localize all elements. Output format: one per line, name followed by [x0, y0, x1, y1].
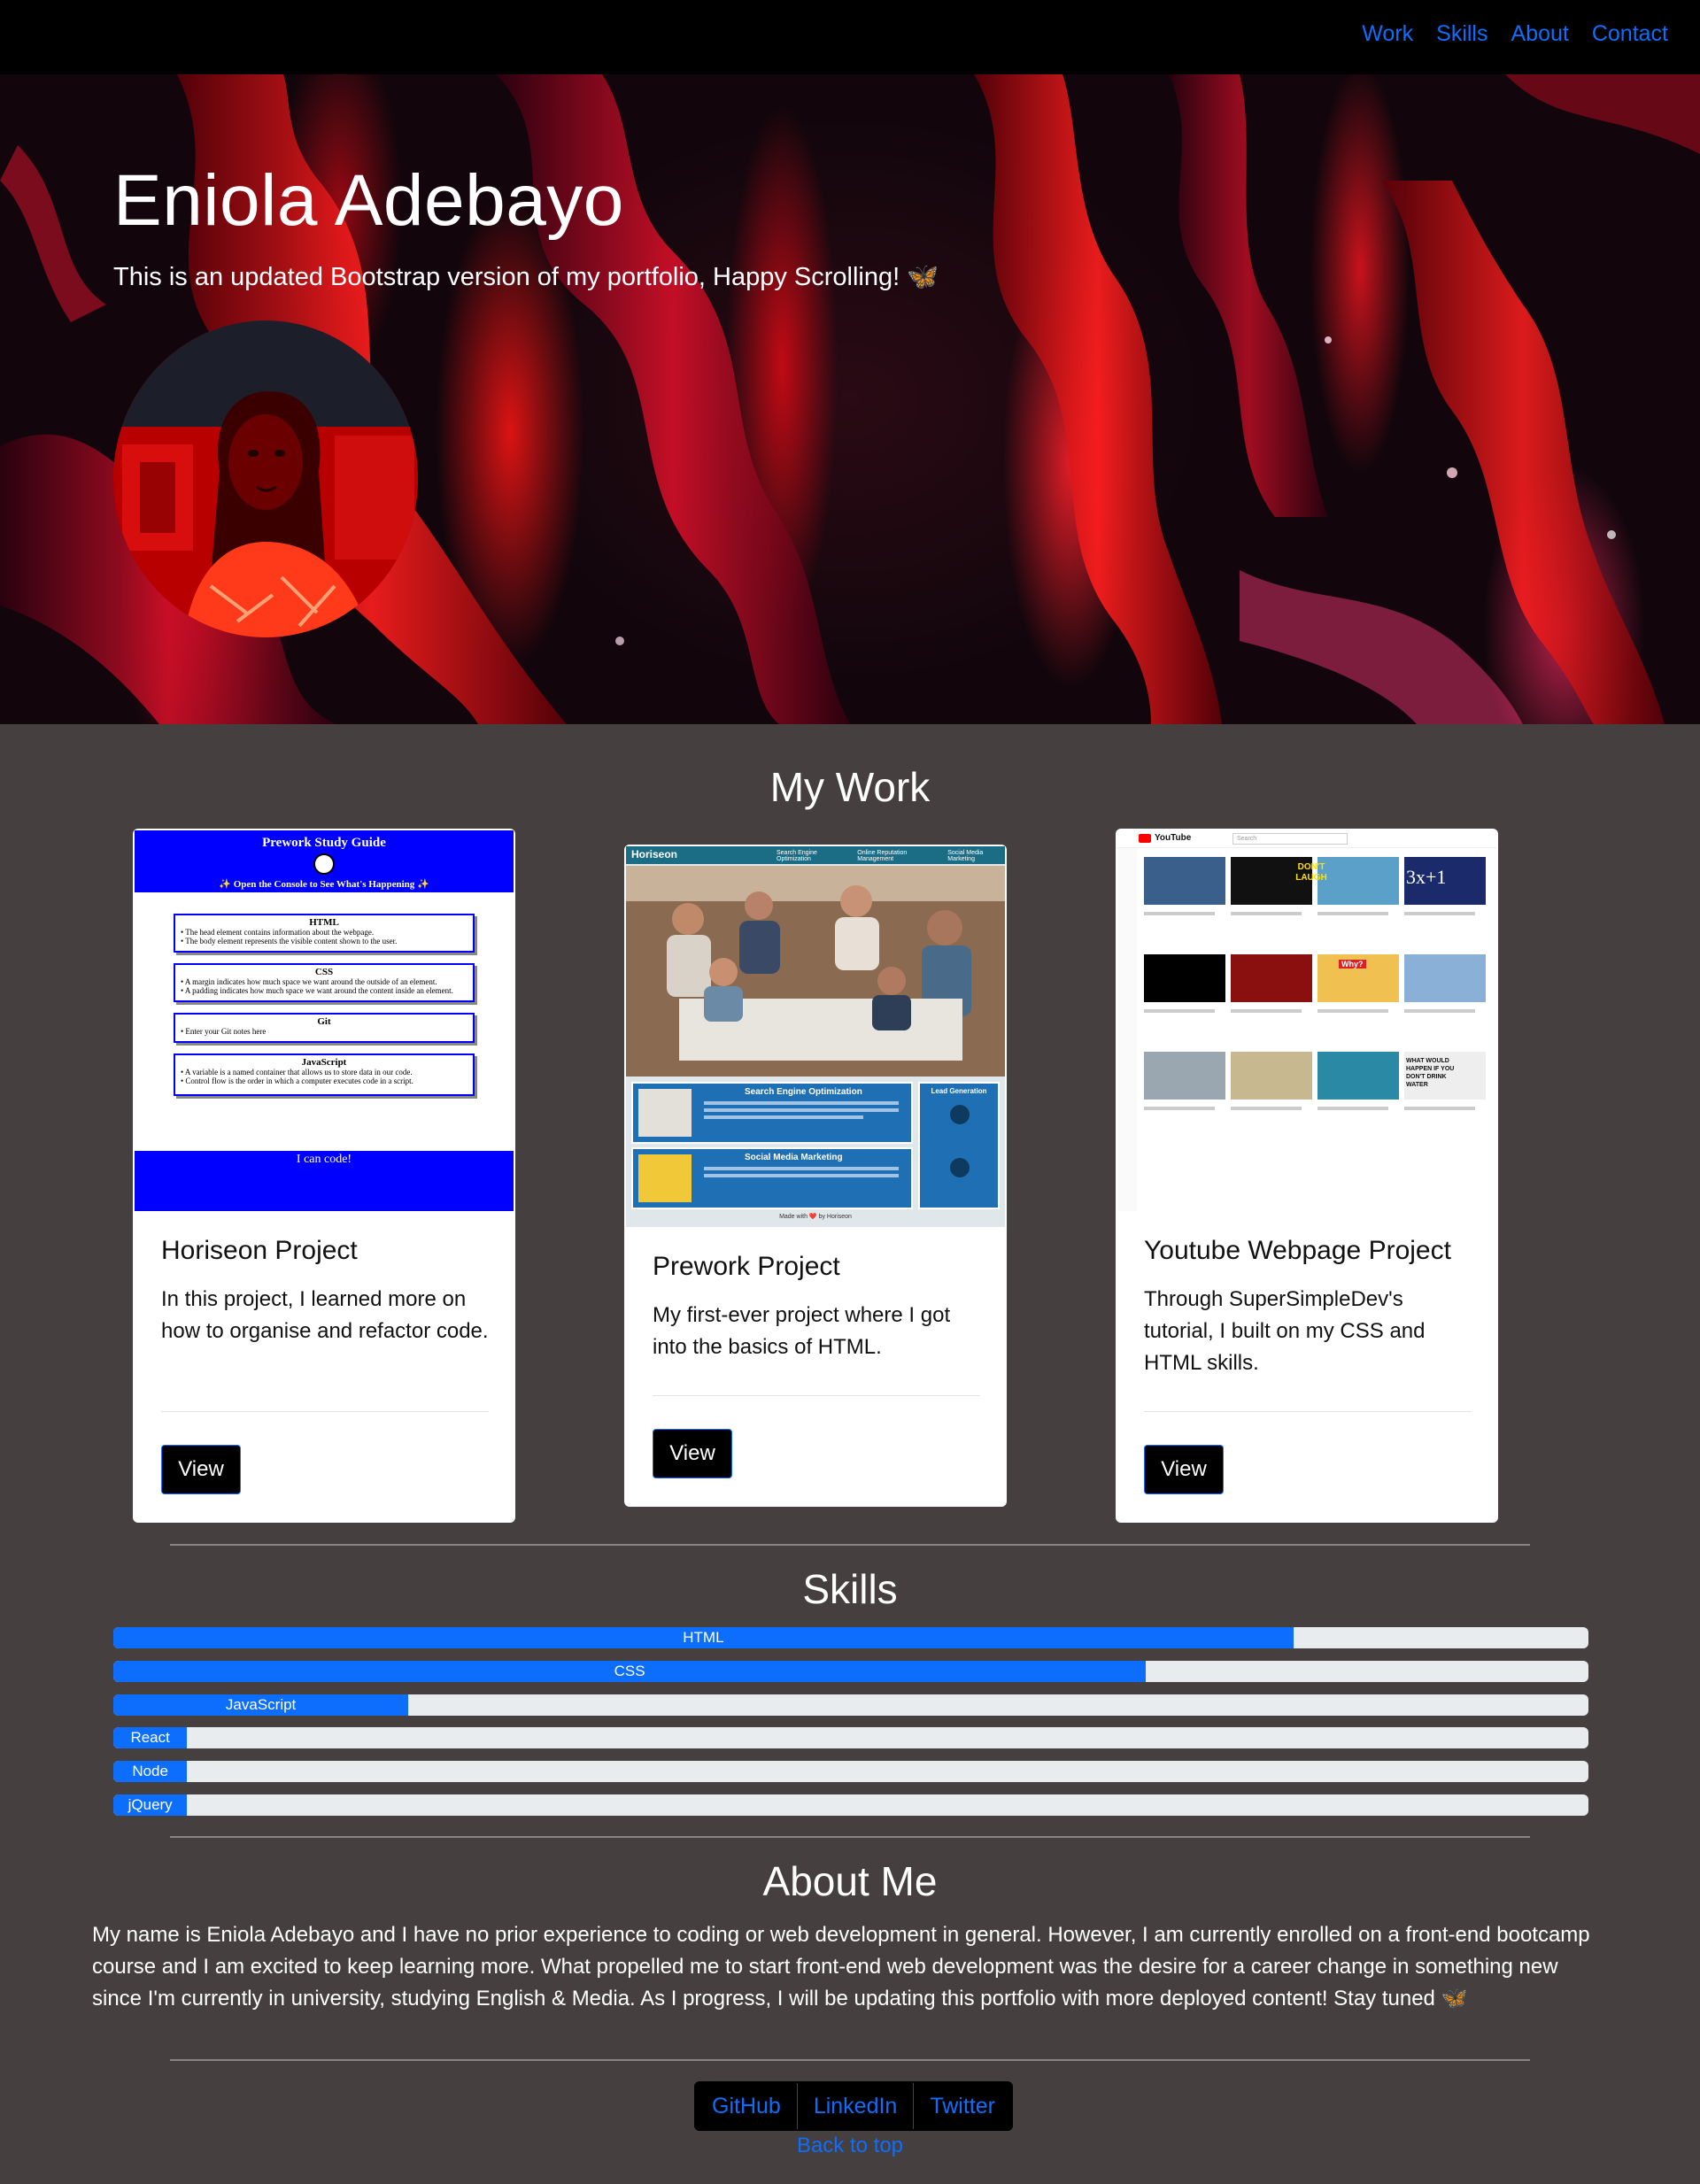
skill-bar-html: HTML — [113, 1627, 1588, 1648]
skill-fill: CSS — [113, 1661, 1147, 1682]
skill-fill: HTML — [113, 1627, 1294, 1648]
project-thumbnail[interactable]: YouTube Search DON'T LAUGH 3x+1 Why? WHA… — [1117, 830, 1496, 1211]
my-work-heading: My Work — [769, 764, 931, 810]
about-text: My name is Eniola Adebayo and I have no … — [92, 1923, 1590, 2010]
section-divider — [170, 1836, 1530, 1838]
youtube-logo-icon — [1139, 834, 1151, 843]
nav-link-skills[interactable]: Skills — [1436, 21, 1488, 47]
about-heading: About Me — [762, 1858, 938, 1904]
social-links: GitHub LinkedIn Twitter — [694, 2081, 1013, 2131]
skills-heading: Skills — [802, 1566, 898, 1612]
view-button[interactable]: View — [1144, 1445, 1224, 1494]
thumb-hero-photo — [626, 866, 1005, 1077]
skill-bar-javascript: JavaScript — [113, 1694, 1588, 1716]
project-card-youtube: YouTube Search DON'T LAUGH 3x+1 Why? WHA… — [1116, 829, 1498, 1523]
skill-bar-css: CSS — [113, 1661, 1588, 1682]
hero-title: Eniola Adebayo — [113, 160, 624, 241]
hero-banner: Eniola Adebayo This is an updated Bootst… — [0, 74, 1700, 724]
card-text: Through SuperSimpleDev's tutorial, I bui… — [1144, 1287, 1426, 1375]
thumb-subheader: ✨ Open the Console to See What's Happeni… — [219, 879, 429, 890]
thumb-brand: Horiseon — [631, 848, 678, 860]
project-thumbnail[interactable]: Horiseon Search Engine Optimization Onli… — [626, 846, 1005, 1227]
hero-subtitle: This is an updated Bootstrap version of … — [113, 263, 939, 291]
card-divider — [161, 1411, 489, 1412]
thumb-footer: I can code! — [296, 1153, 352, 1166]
card-text: My first-ever project where I got into t… — [653, 1303, 951, 1359]
navbar: Work Skills About Contact — [0, 0, 1700, 74]
skill-fill: jQuery — [113, 1794, 188, 1816]
card-divider — [653, 1395, 980, 1396]
project-thumbnail[interactable]: Prework Study Guide ✨ Open the Console t… — [135, 830, 514, 1211]
thumb-sections: HTML • The head element contains informa… — [174, 914, 475, 1096]
section-divider — [170, 1544, 1530, 1546]
thumb-header: Prework Study Guide — [262, 836, 386, 850]
github-link[interactable]: GitHub — [696, 2083, 798, 2129]
project-card-horiseon: Prework Study Guide ✨ Open the Console t… — [133, 829, 515, 1523]
nav-link-contact[interactable]: Contact — [1592, 21, 1668, 47]
skill-fill: JavaScript — [113, 1694, 409, 1716]
card-text: In this project, I learned more on how t… — [161, 1287, 489, 1343]
project-card-prework: Horiseon Search Engine Optimization Onli… — [624, 845, 1007, 1507]
card-title: Horiseon Project — [161, 1236, 358, 1265]
linkedin-link[interactable]: LinkedIn — [797, 2083, 915, 2129]
skill-fill: React — [113, 1727, 188, 1748]
back-to-top-link[interactable]: Back to top — [0, 2134, 1700, 2158]
section-divider — [170, 2059, 1530, 2061]
nav-link-about[interactable]: About — [1511, 21, 1568, 47]
thumb-avatar — [313, 853, 335, 875]
nav-link-work[interactable]: Work — [1362, 21, 1413, 47]
card-title: Prework Project — [653, 1252, 840, 1281]
profile-photo — [113, 320, 418, 637]
card-title: Youtube Webpage Project — [1144, 1236, 1451, 1265]
nav-links: Work Skills About Contact — [1362, 21, 1668, 47]
skill-bar-jquery: jQuery — [113, 1794, 1588, 1816]
skill-bar-react: React — [113, 1727, 1588, 1748]
thumb-video-grid — [1144, 857, 1491, 1154]
view-button[interactable]: View — [653, 1429, 732, 1478]
view-button[interactable]: View — [161, 1445, 241, 1494]
twitter-link[interactable]: Twitter — [914, 2083, 1011, 2129]
card-divider — [1144, 1411, 1472, 1412]
skill-bar-node: Node — [113, 1761, 1588, 1782]
skill-fill: Node — [113, 1761, 188, 1782]
